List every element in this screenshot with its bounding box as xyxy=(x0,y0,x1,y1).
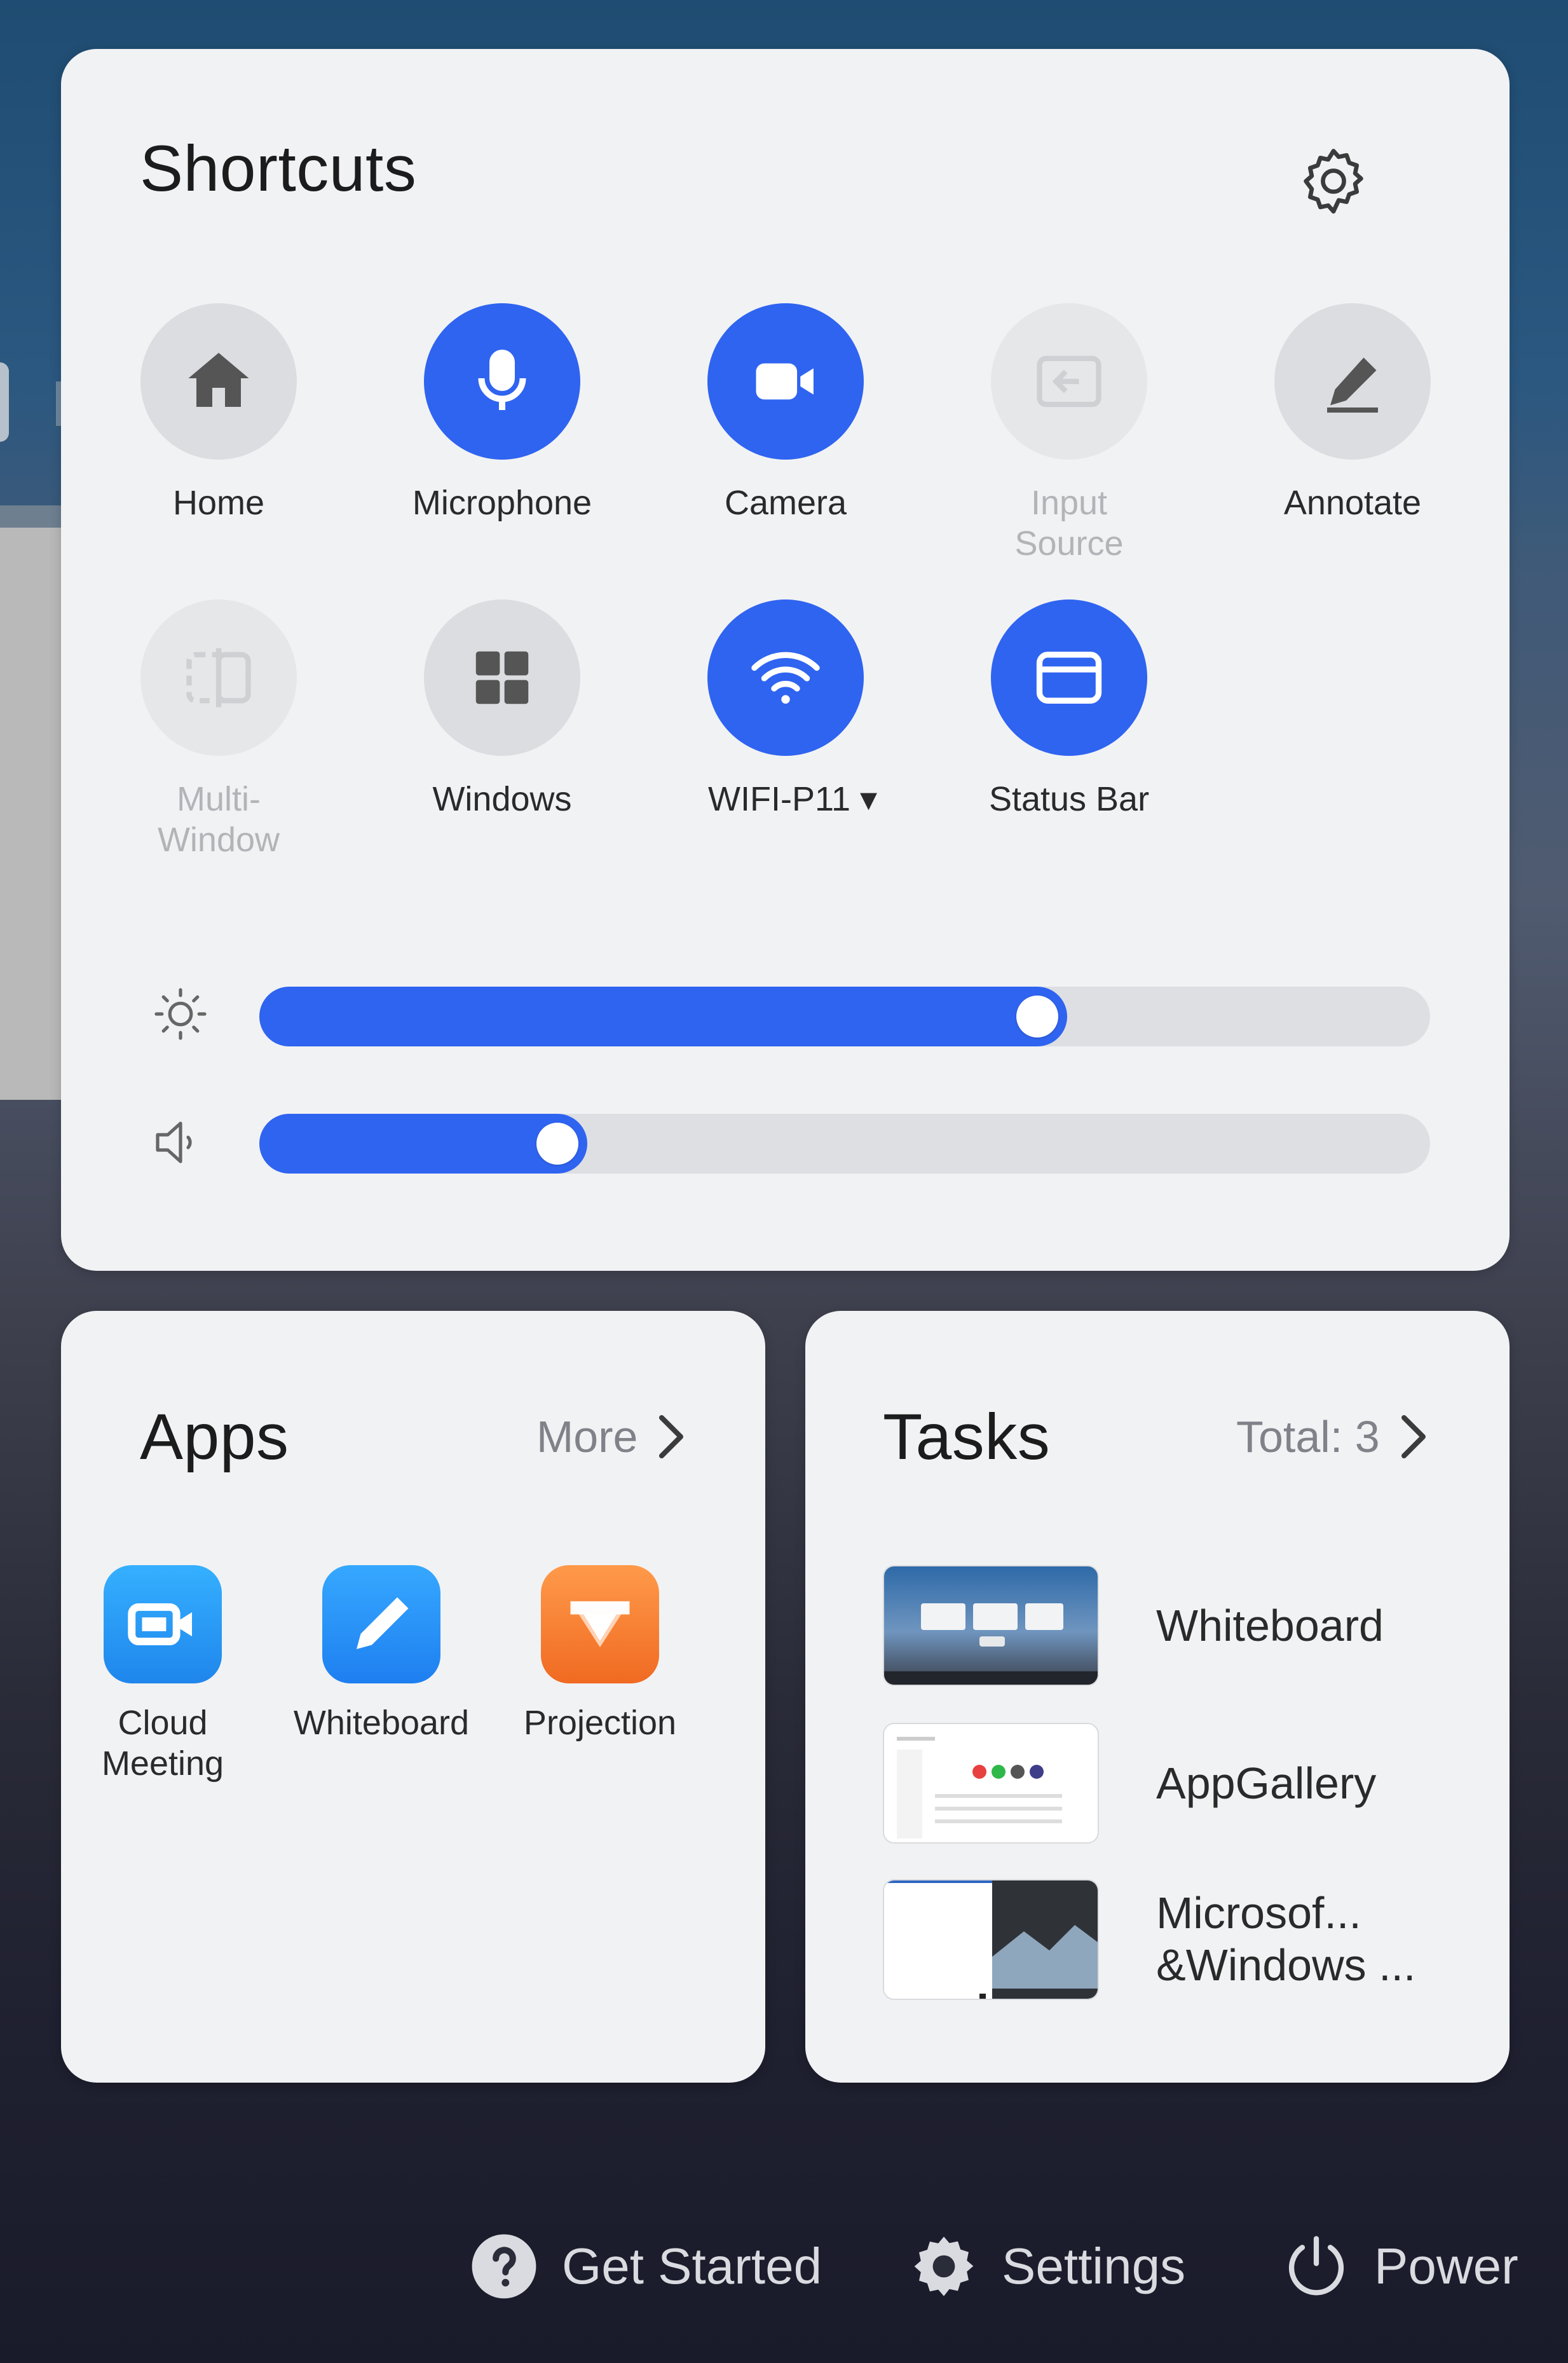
apps-panel: Apps More Cloud Meeting Whiteboard Proje… xyxy=(61,1311,765,2083)
shortcut-home-toggle[interactable] xyxy=(140,303,297,460)
shortcut-windows-label: Windows xyxy=(432,780,572,818)
shortcut-microphone-label: Microphone xyxy=(412,484,592,522)
app-cloud-meeting[interactable]: Cloud Meeting xyxy=(61,1565,264,1784)
task-label: Whiteboard xyxy=(1156,1601,1384,1650)
windows-icon xyxy=(475,651,529,704)
app-whiteboard-label: Whiteboard xyxy=(293,1704,470,1742)
whiteboard-icon xyxy=(322,1565,440,1683)
volume-slider-handle[interactable] xyxy=(536,1123,578,1165)
background-handle xyxy=(0,362,9,442)
shortcut-windows[interactable]: Windows xyxy=(407,599,597,819)
chevron-right-icon xyxy=(659,1415,684,1458)
appgallery-preview-image xyxy=(897,1737,1062,1839)
task-thumbnail xyxy=(883,1723,1099,1844)
shortcut-status-bar[interactable]: Status Bar xyxy=(974,599,1164,819)
shortcut-camera-label: Camera xyxy=(724,484,847,522)
wifi-icon xyxy=(751,652,820,704)
shortcut-microphone-toggle[interactable] xyxy=(424,303,580,460)
home-icon xyxy=(188,353,249,407)
gear-icon xyxy=(1304,149,1363,214)
get-started-label: Get Started xyxy=(562,2238,822,2294)
pen-icon xyxy=(1327,357,1378,413)
shortcut-wifi-label[interactable]: WIFI-P11 ▾ xyxy=(690,779,906,819)
task-item-whiteboard[interactable]: Whiteboard xyxy=(883,1565,1455,1686)
shortcut-input-source-label: Input Source xyxy=(1014,484,1124,563)
settings-button[interactable]: Settings xyxy=(909,2231,1185,2301)
shortcut-input-source-toggle[interactable] xyxy=(991,303,1147,460)
shortcut-annotate[interactable]: Annotate xyxy=(1257,303,1448,523)
shortcut-home[interactable]: Home xyxy=(123,303,314,523)
app-cloud-meeting-label: Cloud Meeting xyxy=(101,1704,224,1783)
status-bar-icon xyxy=(1036,652,1102,704)
help-icon xyxy=(472,2234,536,2299)
tasks-total-label: Total: 3 xyxy=(1236,1412,1380,1462)
apps-title: Apps xyxy=(140,1401,289,1473)
shortcut-input-source[interactable]: Input Source xyxy=(974,303,1164,564)
cloud-meeting-icon xyxy=(104,1565,222,1683)
task-label: Microsof... &Windows ... xyxy=(1156,1888,1416,1990)
task-item-appgallery[interactable]: AppGallery xyxy=(883,1723,1455,1844)
brightness-slider-fill xyxy=(259,987,1067,1046)
shortcut-annotate-toggle[interactable] xyxy=(1274,303,1431,460)
shortcut-camera-toggle[interactable] xyxy=(707,303,864,460)
shortcut-annotate-label: Annotate xyxy=(1283,484,1422,522)
shortcuts-title: Shortcuts xyxy=(140,132,417,205)
task-item-microsoft-windows[interactable]: Microsof... &Windows ... xyxy=(883,1879,1455,2000)
task-label: AppGallery xyxy=(1156,1758,1377,1808)
projection-icon xyxy=(541,1565,659,1683)
shortcut-camera[interactable]: Camera xyxy=(690,303,881,523)
shortcut-wifi[interactable]: WIFI-P11 ▾ xyxy=(690,599,906,819)
shortcut-windows-toggle[interactable] xyxy=(424,599,580,756)
brightness-slider[interactable] xyxy=(259,987,1430,1046)
get-started-button[interactable]: Get Started xyxy=(469,2231,822,2301)
background-panel xyxy=(0,505,62,531)
camera-icon xyxy=(756,363,814,400)
task-thumbnail xyxy=(883,1879,1099,2000)
tasks-title: Tasks xyxy=(883,1401,1051,1473)
app-whiteboard[interactable]: Whiteboard xyxy=(280,1565,483,1743)
power-button[interactable]: Power xyxy=(1281,2231,1518,2301)
apps-more-label: More xyxy=(536,1412,638,1462)
shortcuts-panel: Shortcuts Home Microphone Camera Input S… xyxy=(61,49,1510,1271)
shortcut-wifi-toggle[interactable] xyxy=(707,599,864,756)
gear-icon xyxy=(914,2236,974,2296)
shortcut-status-bar-label: Status Bar xyxy=(988,780,1150,818)
shortcuts-settings-button[interactable] xyxy=(1294,142,1373,221)
shortcut-home-label: Home xyxy=(172,484,265,522)
apps-more-link[interactable]: More xyxy=(536,1411,693,1462)
settings-label: Settings xyxy=(1002,2238,1186,2294)
tasks-panel: Tasks Total: 3 Whiteboard AppGallery Mic… xyxy=(805,1311,1510,2083)
volume-icon xyxy=(156,1121,192,1163)
power-label: Power xyxy=(1374,2238,1518,2294)
shortcut-multi-window[interactable]: Multi- Window xyxy=(123,599,314,860)
power-icon xyxy=(1288,2236,1344,2296)
multi-window-icon xyxy=(186,648,251,708)
app-projection-label: Projection xyxy=(523,1704,677,1742)
task-thumbnail xyxy=(883,1565,1099,1686)
microphone-icon xyxy=(478,350,526,410)
app-projection[interactable]: Projection xyxy=(498,1565,702,1743)
shortcut-microphone[interactable]: Microphone xyxy=(407,303,597,523)
shortcut-multi-window-label: Multi- Window xyxy=(157,780,280,859)
brightness-icon xyxy=(154,988,207,1040)
volume-slider[interactable] xyxy=(259,1114,1430,1174)
shortcut-multi-window-toggle[interactable] xyxy=(140,599,297,756)
tasks-total-link[interactable]: Total: 3 xyxy=(1236,1411,1436,1462)
background-window xyxy=(0,528,62,1100)
shortcut-status-bar-toggle[interactable] xyxy=(991,599,1147,756)
input-source-icon xyxy=(1037,355,1101,408)
whiteboard-preview-image xyxy=(884,1603,1098,1685)
chevron-right-icon xyxy=(1401,1415,1426,1458)
windows-preview-image xyxy=(884,1880,1098,1999)
brightness-slider-handle[interactable] xyxy=(1016,996,1058,1038)
